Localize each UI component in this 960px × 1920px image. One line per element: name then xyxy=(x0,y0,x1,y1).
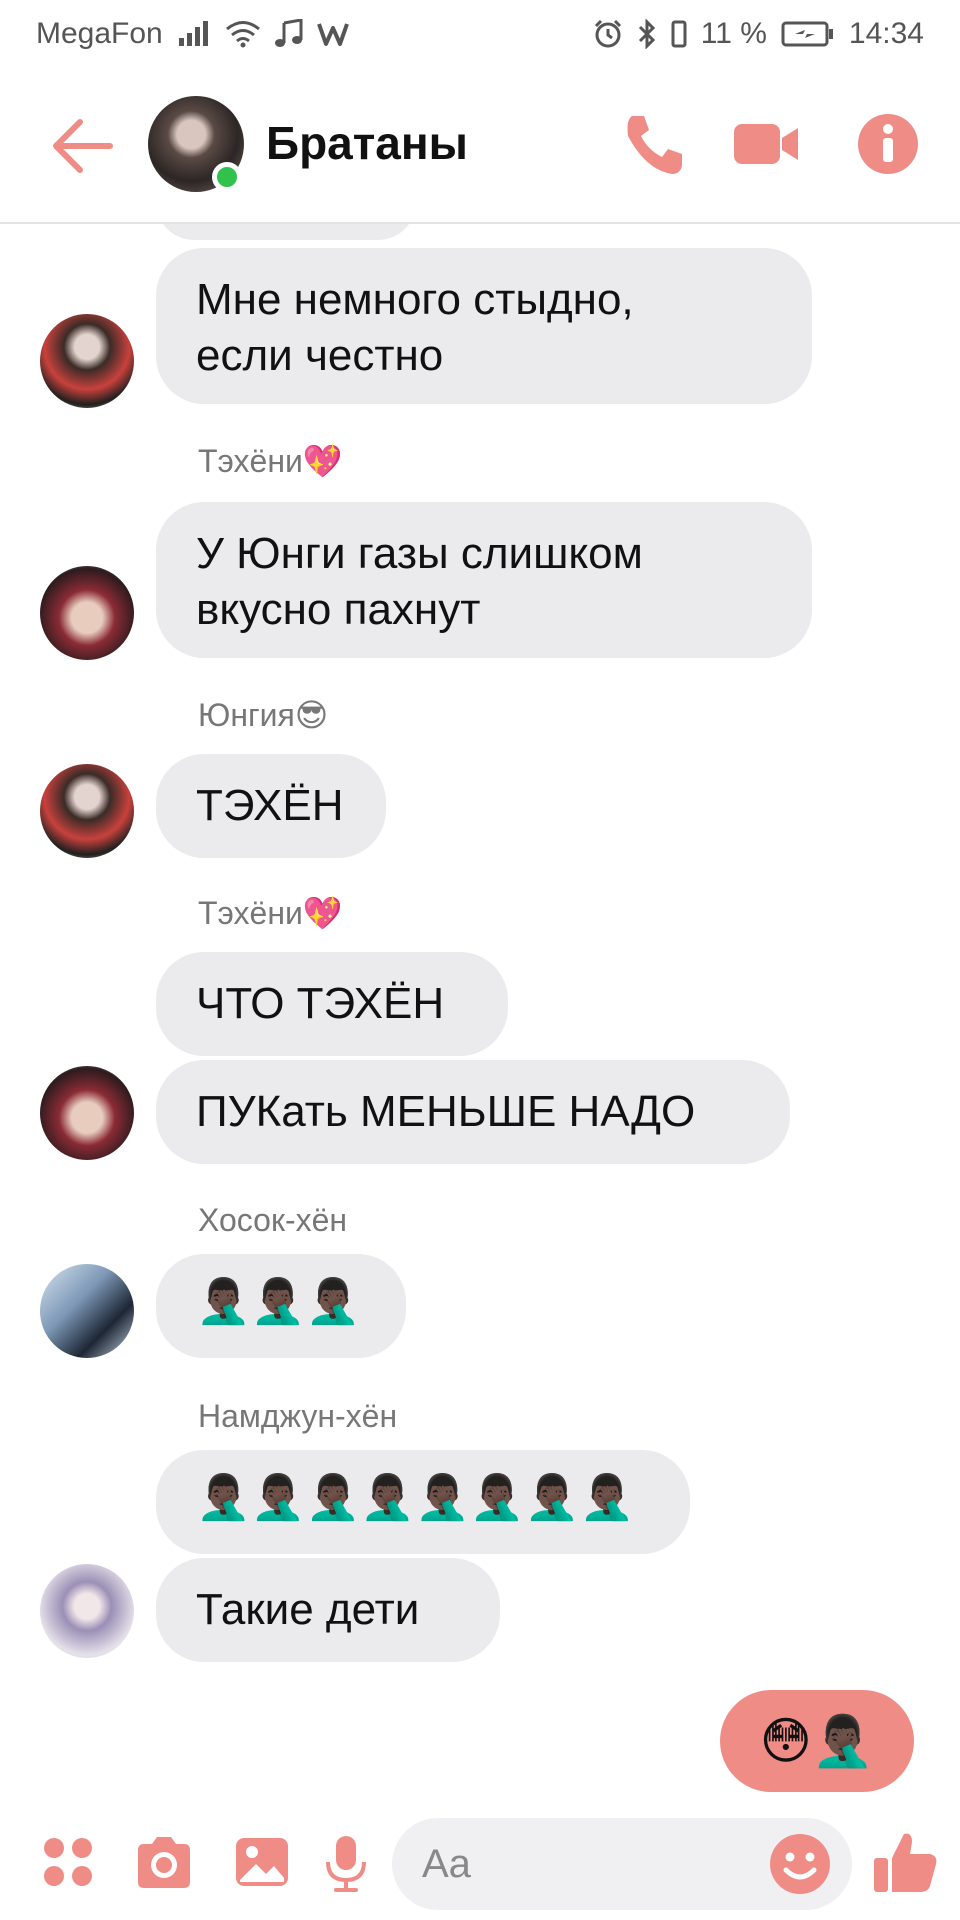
sender-name: Юнгия😎 xyxy=(198,697,329,733)
chat-header: Братаны xyxy=(0,68,960,224)
message-bubble[interactable]: ТЭХЁН xyxy=(156,754,386,858)
video-call-button[interactable] xyxy=(730,108,802,180)
sender-avatar[interactable] xyxy=(40,764,134,858)
message-bubble[interactable]: У Юнги газы слишком вкусно пахнут xyxy=(156,502,812,658)
emoji-button[interactable] xyxy=(768,1832,832,1896)
partial-message-bubble xyxy=(156,224,416,240)
thumbs-up-icon xyxy=(874,1833,937,1892)
sender-avatar[interactable] xyxy=(40,1264,134,1358)
status-bar: MegaFon 11 % 14:34 xyxy=(0,0,960,68)
message-line: вкусно пахнут xyxy=(196,585,481,634)
composer-bar xyxy=(0,1804,960,1920)
info-button[interactable] xyxy=(852,108,924,180)
message-bubble[interactable]: ПУКать МЕНЬШЕ НАДО xyxy=(156,1060,790,1164)
signal-icon xyxy=(177,20,211,48)
message-bubble[interactable]: Мне немного стыдно, если честно xyxy=(156,248,812,404)
online-indicator xyxy=(212,162,242,192)
message-list[interactable]: Мне немного стыдно, если честно Тэхёни💖 … xyxy=(0,224,960,1804)
message-line: Такие дети xyxy=(196,1585,420,1634)
four-dots-icon xyxy=(44,1838,92,1886)
call-button[interactable] xyxy=(618,108,690,180)
status-right: 11 % 14:34 xyxy=(593,17,924,51)
message-line: 🤦🏿‍♂️🤦🏿‍♂️🤦🏿‍♂️ xyxy=(196,1277,361,1326)
gallery-button[interactable] xyxy=(234,1834,290,1890)
microphone-icon xyxy=(326,1836,366,1892)
clock: 14:34 xyxy=(848,17,924,50)
alarm-icon xyxy=(593,19,623,49)
phone-icon xyxy=(627,116,682,174)
more-apps-button[interactable] xyxy=(40,1834,96,1890)
sender-name: Намджун-хён xyxy=(198,1398,398,1434)
message-bubble[interactable]: Такие дети xyxy=(156,1558,500,1662)
video-camera-icon xyxy=(734,124,798,164)
message-line: ЧТО ТЭХЁН xyxy=(196,979,445,1028)
message-bubble[interactable]: 🤦🏿‍♂️🤦🏿‍♂️🤦🏿‍♂️🤦🏿‍♂️🤦🏿‍♂️🤦🏿‍♂️🤦🏿‍♂️🤦🏿‍♂️ xyxy=(156,1450,690,1554)
message-line: 🤦🏿‍♂️🤦🏿‍♂️🤦🏿‍♂️🤦🏿‍♂️🤦🏿‍♂️🤦🏿‍♂️🤦🏿‍♂️🤦🏿‍♂️ xyxy=(196,1473,635,1522)
sender-avatar[interactable] xyxy=(40,1066,134,1160)
sender-avatar[interactable] xyxy=(40,566,134,660)
image-icon xyxy=(236,1838,288,1886)
back-button[interactable] xyxy=(50,114,114,178)
music-icon xyxy=(274,19,303,49)
carrier-name: MegaFon xyxy=(36,17,163,50)
my-message-bubble[interactable]: 😳🤦🏿‍♂️ xyxy=(720,1690,914,1792)
message-line: Мне немного стыдно, xyxy=(196,275,634,324)
message-line: У Юнги газы слишком xyxy=(196,529,643,578)
sender-name: Хосок-хён xyxy=(198,1202,348,1238)
app-w-icon xyxy=(316,20,349,48)
wifi-icon xyxy=(225,20,261,48)
back-arrow-icon xyxy=(53,119,113,173)
camera-button[interactable] xyxy=(134,1834,190,1890)
battery-percent: 11 % xyxy=(700,17,767,50)
sender-avatar[interactable] xyxy=(40,314,134,408)
battery-icon xyxy=(781,20,835,48)
like-button[interactable] xyxy=(872,1828,940,1896)
sender-name: Тэхёни💖 xyxy=(198,895,343,931)
status-left: MegaFon xyxy=(36,17,349,51)
info-icon xyxy=(858,114,918,174)
message-line: если честно xyxy=(196,331,444,380)
sender-avatar[interactable] xyxy=(40,1564,134,1658)
camera-icon xyxy=(138,1837,190,1888)
message-bubble[interactable]: ЧТО ТЭХЁН xyxy=(156,952,508,1056)
chat-title[interactable]: Братаны xyxy=(266,116,468,170)
message-line: ТЭХЁН xyxy=(196,781,344,830)
message-bubble[interactable]: 🤦🏿‍♂️🤦🏿‍♂️🤦🏿‍♂️ xyxy=(156,1254,406,1358)
vibrate-battery-icon xyxy=(671,19,687,49)
voice-button[interactable] xyxy=(324,1834,380,1892)
sender-name: Тэхёни💖 xyxy=(198,443,343,479)
smiley-icon xyxy=(770,1834,830,1894)
message-line: ПУКать МЕНЬШЕ НАДО xyxy=(196,1087,696,1136)
bluetooth-icon xyxy=(637,19,657,49)
